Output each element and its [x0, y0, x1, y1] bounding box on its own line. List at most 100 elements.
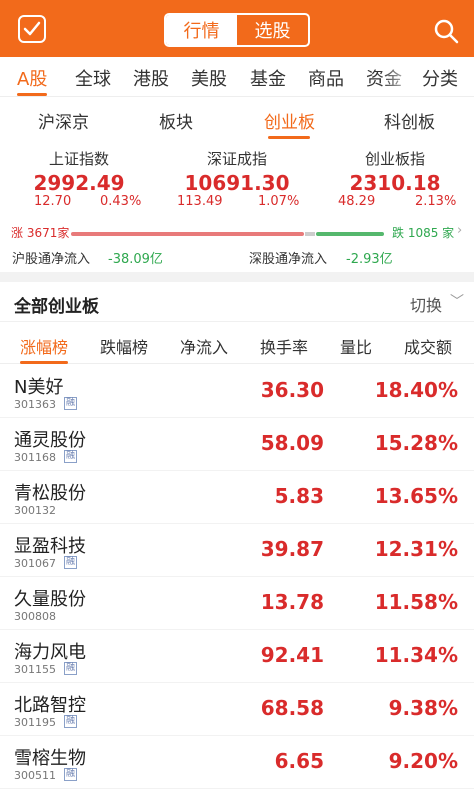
- index-change-pct: 2.13%: [415, 194, 457, 209]
- subtab-sectors[interactable]: 板块: [159, 108, 193, 133]
- tab-top-gainers[interactable]: 涨幅榜: [20, 334, 68, 358]
- stock-price: 36.30: [260, 378, 324, 402]
- stock-change-pct: 12.31%: [374, 537, 458, 561]
- top-bar: 行情 选股: [0, 0, 474, 57]
- stock-code: 301195: [14, 716, 56, 729]
- sz-connect-label: 深股通净流入: [249, 252, 328, 267]
- margin-badge: 融: [64, 556, 77, 569]
- section-divider: [0, 272, 474, 282]
- subtab-chinext[interactable]: 创业板: [264, 108, 315, 133]
- index-change: 12.70: [34, 194, 72, 209]
- stock-code: 300808: [14, 610, 56, 623]
- stock-change-pct: 9.38%: [388, 696, 458, 720]
- stock-change-pct: 13.65%: [374, 484, 458, 508]
- stock-price: 39.87: [260, 537, 324, 561]
- stock-name: 久量股份: [14, 589, 86, 610]
- search-icon[interactable]: [433, 18, 459, 44]
- table-row[interactable]: 久量股份 300808 13.78 11.58%: [0, 577, 474, 630]
- section-title: 全部创业板: [14, 297, 99, 317]
- ranking-tabs: 涨幅榜 跌幅榜 净流入 换手率 量比 成交额: [0, 324, 474, 364]
- tab-volume-ratio[interactable]: 量比: [340, 334, 372, 358]
- tab-turnover-amount[interactable]: 成交额: [404, 334, 452, 358]
- index-name: 上证指数: [48, 150, 109, 168]
- nav-us[interactable]: 美股: [191, 65, 227, 91]
- switch-button[interactable]: 切换: [410, 292, 442, 316]
- nav-global[interactable]: 全球: [75, 65, 111, 91]
- sz-connect-value: -2.93亿: [346, 252, 393, 267]
- market-mode-toggle: 行情 选股: [164, 13, 310, 47]
- nav-hk[interactable]: 港股: [133, 65, 169, 91]
- index-value: 10691.30: [184, 171, 290, 195]
- index-name: 深证成指: [206, 150, 267, 168]
- main-nav: A股 全球 港股 美股 基金 商品 资金 分类: [0, 57, 474, 97]
- tab-net-inflow[interactable]: 净流入: [180, 334, 228, 358]
- stock-change-pct: 9.20%: [388, 749, 458, 773]
- table-row[interactable]: 北路智控 301195 融 68.58 9.38%: [0, 683, 474, 736]
- index-change: 48.29: [338, 194, 376, 209]
- index-value: 2992.49: [33, 171, 125, 195]
- advancers-bar: [71, 232, 304, 236]
- stock-code: 300511: [14, 769, 56, 782]
- nav-categories[interactable]: 分类: [422, 65, 458, 91]
- table-row[interactable]: 青松股份 300132 5.83 13.65%: [0, 471, 474, 524]
- nav-a-shares[interactable]: A股: [17, 65, 47, 91]
- nav-commodities[interactable]: 商品: [308, 65, 344, 91]
- table-row[interactable]: 雪榕生物 300511 融 6.65 9.20%: [0, 736, 474, 789]
- stock-name: 海力风电: [14, 642, 86, 663]
- stock-price: 5.83: [274, 484, 324, 508]
- table-row[interactable]: 显盈科技 301067 融 39.87 12.31%: [0, 524, 474, 577]
- table-row[interactable]: N美好 301363 融 36.30 18.40%: [0, 365, 474, 418]
- tab-market[interactable]: 行情: [166, 15, 237, 45]
- stock-change-pct: 11.34%: [374, 643, 458, 667]
- stock-name: 通灵股份: [14, 430, 86, 451]
- stock-price: 6.65: [274, 749, 324, 773]
- tab-turnover-rate[interactable]: 换手率: [260, 334, 308, 358]
- stock-price: 68.58: [260, 696, 324, 720]
- subtab-shanghai-shenzhen-beijing[interactable]: 沪深京: [38, 108, 89, 133]
- stock-price: 13.78: [260, 590, 324, 614]
- nav-funds[interactable]: 基金: [250, 65, 286, 91]
- index-change-pct: 1.07%: [258, 194, 300, 209]
- rank-tab-active-indicator: [20, 361, 68, 364]
- list-section-header: 全部创业板 切换 ﹀: [0, 282, 474, 322]
- margin-badge: 融: [64, 768, 77, 781]
- stock-code: 301067: [14, 557, 56, 570]
- stock-change-pct: 15.28%: [374, 431, 458, 455]
- table-row[interactable]: 海力风电 301155 融 92.41 11.34%: [0, 630, 474, 683]
- stock-name: 北路智控: [14, 695, 86, 716]
- stock-code: 301363: [14, 398, 56, 411]
- advancers-count: 涨 3671家: [11, 226, 70, 240]
- stock-code: 300132: [14, 504, 56, 517]
- stock-price: 92.41: [260, 643, 324, 667]
- check-icon[interactable]: [18, 15, 46, 43]
- margin-badge: 融: [64, 715, 77, 728]
- margin-badge: 融: [64, 662, 77, 675]
- stock-code: 301155: [14, 663, 56, 676]
- subtab-active-indicator: [268, 136, 310, 139]
- index-card-shanghai[interactable]: 上证指数 2992.49 12.70 0.43%: [4, 148, 154, 209]
- stock-name: N美好: [14, 377, 64, 398]
- market-breadth-bar[interactable]: 涨 3671家 跌 1085 家 ›: [0, 223, 474, 244]
- stock-name: 显盈科技: [14, 536, 86, 557]
- margin-badge: 融: [64, 450, 77, 463]
- index-card-shenzhen[interactable]: 深证成指 10691.30 113.49 1.07%: [162, 148, 312, 209]
- tab-stock-picker[interactable]: 选股: [237, 15, 308, 45]
- index-card-chinext[interactable]: 创业板指 2310.18 48.29 2.13%: [320, 148, 470, 209]
- margin-badge: 融: [64, 397, 77, 410]
- index-name: 创业板指: [364, 150, 425, 168]
- stock-change-pct: 11.58%: [374, 590, 458, 614]
- tab-top-losers[interactable]: 跌幅榜: [100, 334, 148, 358]
- subtab-star-market[interactable]: 科创板: [384, 108, 435, 133]
- sh-connect-label: 沪股通净流入: [12, 252, 91, 267]
- table-row[interactable]: 通灵股份 301168 融 58.09 15.28%: [0, 418, 474, 471]
- chevron-down-icon[interactable]: ﹀: [450, 291, 464, 311]
- unchanged-bar: [305, 232, 315, 236]
- index-change: 113.49: [177, 194, 223, 209]
- nav-active-indicator: [17, 93, 47, 96]
- stock-list: N美好 301363 融 36.30 18.40% 通灵股份 301168 融 …: [0, 365, 474, 789]
- chevron-right-icon: ›: [457, 223, 463, 238]
- stock-change-pct: 18.40%: [374, 378, 458, 402]
- stock-price: 58.09: [260, 431, 324, 455]
- sub-nav: 沪深京 板块 创业板 科创板: [0, 98, 474, 140]
- stock-name: 雪榕生物: [14, 748, 86, 769]
